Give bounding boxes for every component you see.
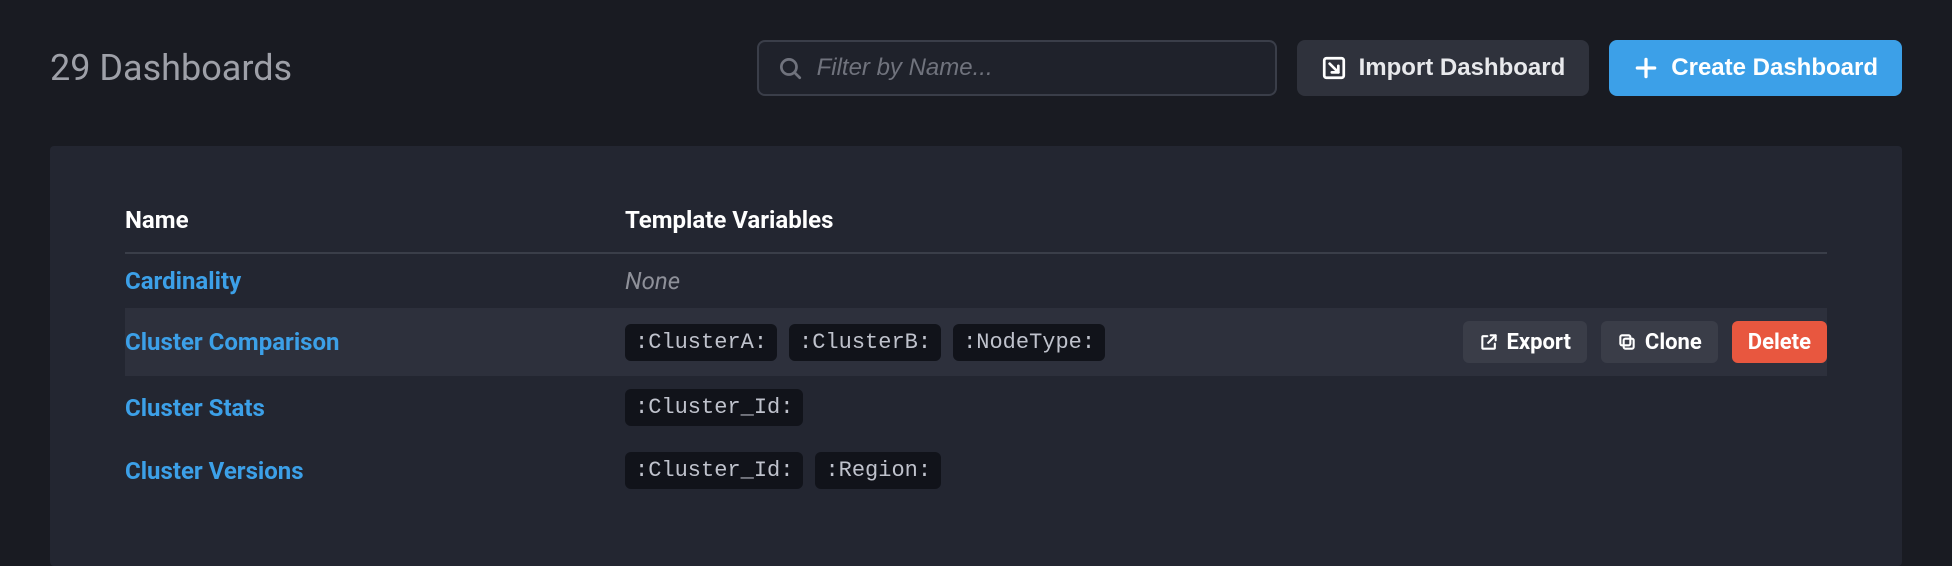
- template-vars: :Cluster_Id: :Region:: [625, 452, 1407, 489]
- delete-label: Delete: [1748, 330, 1811, 355]
- import-dashboard-button[interactable]: Import Dashboard: [1297, 40, 1590, 96]
- clone-button[interactable]: Clone: [1601, 321, 1718, 363]
- search-input[interactable]: [817, 54, 1257, 82]
- dashboard-link[interactable]: Cardinality: [125, 267, 241, 295]
- search-box[interactable]: [757, 40, 1277, 96]
- dashboard-link[interactable]: Cluster Versions: [125, 457, 304, 485]
- create-dashboard-button[interactable]: Create Dashboard: [1609, 40, 1902, 96]
- template-vars: :ClusterA: :ClusterB: :NodeType:: [625, 324, 1407, 361]
- dashboard-list-panel: Name Template Variables CardinalityNoneC…: [50, 146, 1902, 566]
- page-title: 29 Dashboards: [50, 47, 292, 89]
- template-var-chip: :ClusterB:: [789, 324, 941, 361]
- row-actions: Export Clone Delete: [1463, 321, 1827, 363]
- dashboard-table: Name Template Variables CardinalityNoneC…: [125, 206, 1827, 502]
- template-var-chip: :ClusterA:: [625, 324, 777, 361]
- template-var-chip: :NodeType:: [953, 324, 1105, 361]
- column-header-name: Name: [125, 206, 625, 253]
- import-dashboard-label: Import Dashboard: [1359, 54, 1566, 82]
- search-icon: [777, 55, 803, 81]
- plus-icon: [1633, 55, 1659, 81]
- clone-icon: [1617, 332, 1637, 352]
- table-row: Cluster Comparison :ClusterA: :ClusterB: :N…: [125, 308, 1827, 376]
- import-icon: [1321, 55, 1347, 81]
- template-var-chip: :Cluster_Id:: [625, 389, 803, 426]
- create-dashboard-label: Create Dashboard: [1671, 54, 1878, 82]
- export-button[interactable]: Export: [1463, 321, 1587, 363]
- export-icon: [1479, 332, 1499, 352]
- template-vars-none: None: [625, 267, 680, 295]
- template-vars: :Cluster_Id:: [625, 389, 1407, 426]
- page-header: 29 Dashboards Import Dashboard: [50, 40, 1902, 96]
- delete-button[interactable]: Delete: [1732, 321, 1827, 363]
- dashboard-link[interactable]: Cluster Comparison: [125, 328, 340, 356]
- table-row: Cardinality None: [125, 253, 1827, 308]
- table-row: Cluster Versions :Cluster_Id: :Region:: [125, 439, 1827, 502]
- clone-label: Clone: [1645, 330, 1702, 355]
- template-var-chip: :Region:: [815, 452, 941, 489]
- dashboard-link[interactable]: Cluster Stats: [125, 394, 265, 422]
- template-var-chip: :Cluster_Id:: [625, 452, 803, 489]
- export-label: Export: [1507, 330, 1571, 355]
- table-row: Cluster Stats :Cluster_Id:: [125, 376, 1827, 439]
- column-header-template-variables: Template Variables: [625, 206, 1407, 253]
